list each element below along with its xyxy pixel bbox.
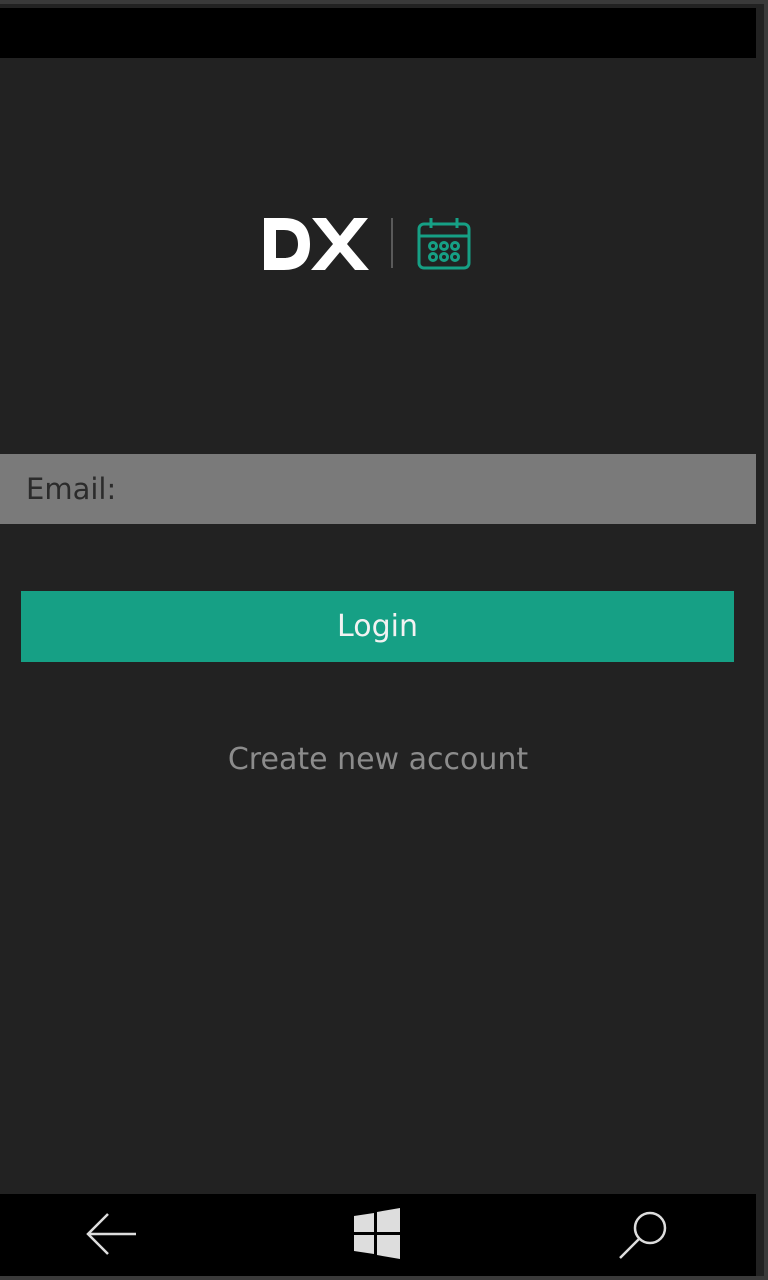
back-button[interactable] <box>82 1206 142 1266</box>
logo-letter-x <box>311 218 369 270</box>
logo-letter-d <box>264 218 310 270</box>
home-button[interactable] <box>348 1206 408 1266</box>
calendar-icon <box>417 218 471 270</box>
logo-divider <box>391 218 393 268</box>
create-account-link[interactable]: Create new account <box>0 742 756 777</box>
search-icon <box>619 1211 667 1259</box>
phone-frame: Login Create new account <box>0 0 768 1280</box>
dx-logo <box>264 218 471 270</box>
search-button[interactable] <box>614 1206 674 1266</box>
email-field[interactable] <box>0 454 756 524</box>
navigation-bar <box>0 1194 756 1276</box>
back-arrow-icon <box>86 1213 136 1255</box>
status-bar <box>0 8 756 58</box>
app-logo <box>262 214 474 274</box>
windows-icon <box>354 1208 400 1259</box>
login-button[interactable]: Login <box>21 591 734 662</box>
